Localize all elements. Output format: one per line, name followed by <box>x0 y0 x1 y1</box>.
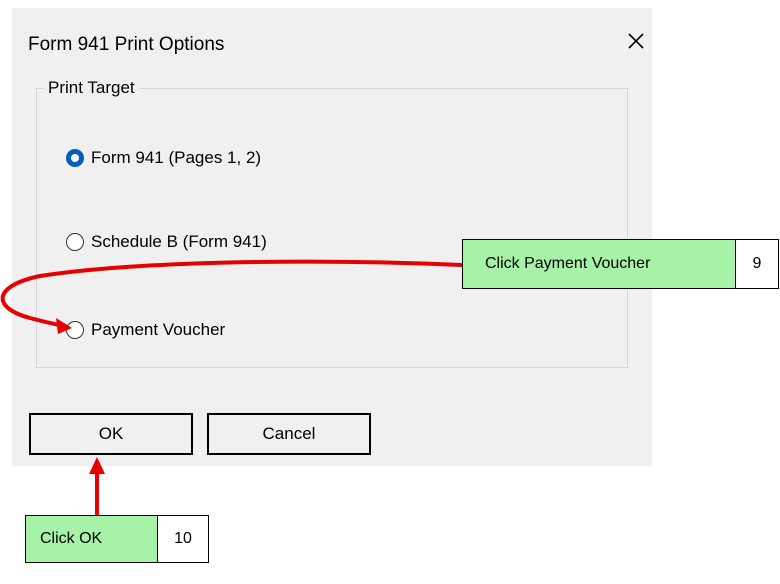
voucher-arrow-head <box>56 318 72 334</box>
voucher-step-number: 9 <box>735 239 779 289</box>
voucher-arrow-line <box>0 259 463 328</box>
annotation-arrows <box>0 259 463 515</box>
ok-callout: Click OK <box>25 515 158 563</box>
ok-arrow-head <box>89 457 105 474</box>
voucher-callout: Click Payment Voucher <box>462 239 736 289</box>
ok-step-number: 10 <box>157 515 209 563</box>
